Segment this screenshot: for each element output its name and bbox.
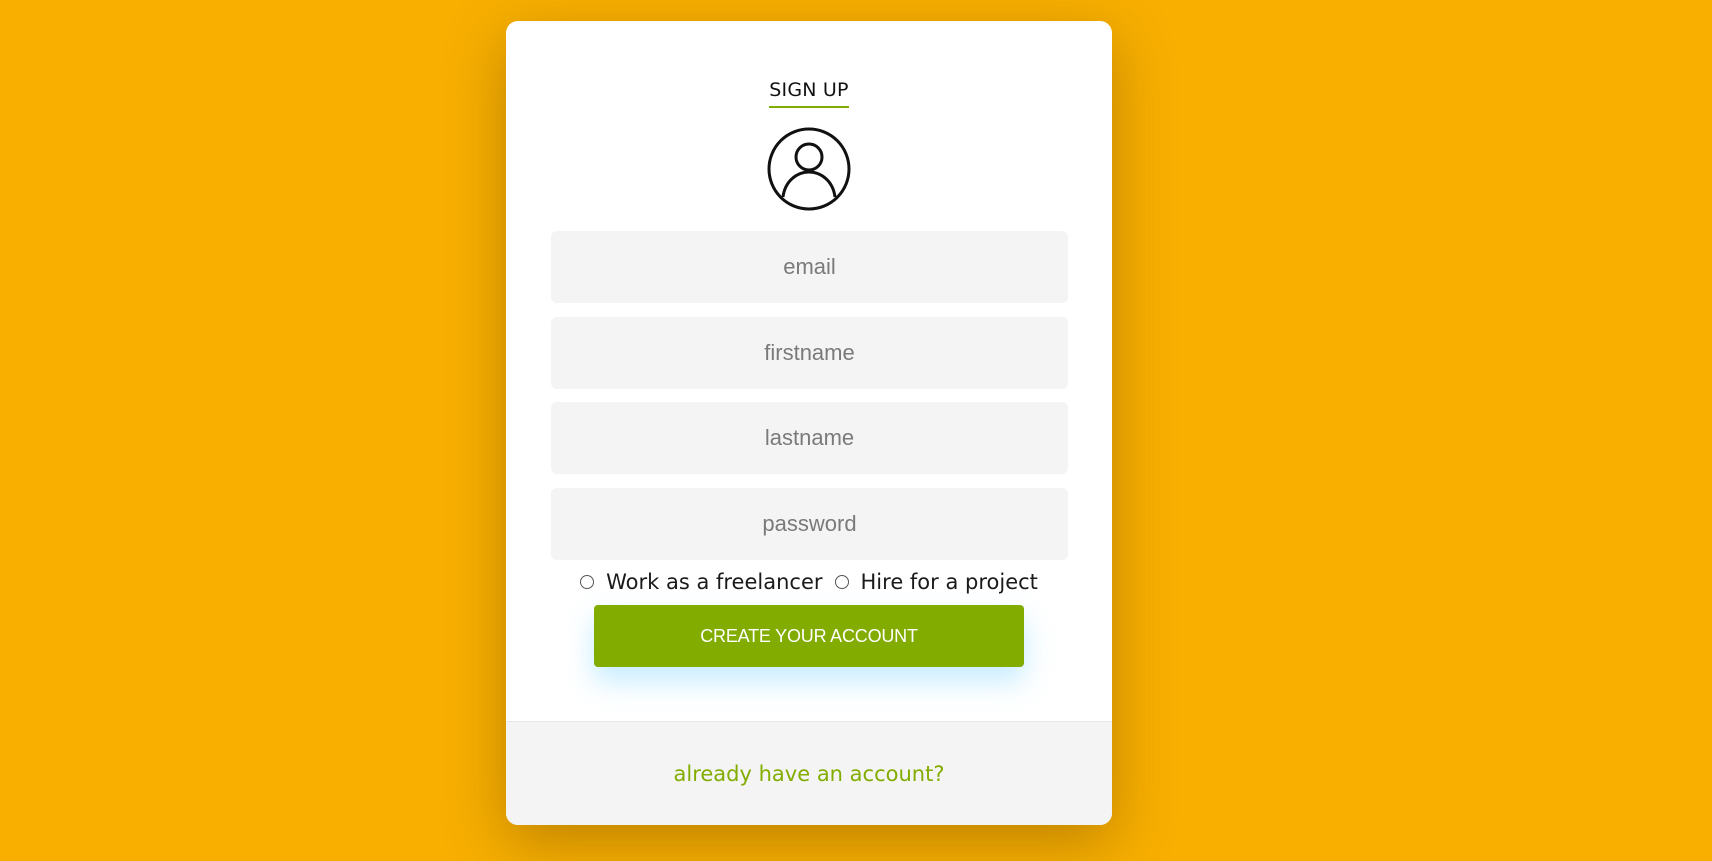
role-options: Work as a freelancer Hire for a project bbox=[506, 567, 1112, 597]
page-title: SIGN UP bbox=[506, 79, 1112, 108]
role-label-hire: Hire for a project bbox=[860, 570, 1038, 594]
signup-card: SIGN UP Work as a freelancer Hire for a … bbox=[506, 21, 1112, 825]
create-account-button[interactable]: CREATE YOUR ACCOUNT bbox=[594, 605, 1024, 667]
firstname-field[interactable] bbox=[551, 317, 1068, 389]
email-field[interactable] bbox=[551, 231, 1068, 303]
role-label-freelancer: Work as a freelancer bbox=[606, 570, 823, 594]
page-title-text: SIGN UP bbox=[769, 79, 849, 108]
freelancer-radio[interactable] bbox=[580, 575, 595, 589]
role-option-freelancer[interactable]: Work as a freelancer bbox=[580, 570, 823, 594]
hire-radio[interactable] bbox=[834, 575, 849, 589]
login-link[interactable]: already have an account? bbox=[674, 762, 945, 786]
card-footer: already have an account? bbox=[506, 721, 1112, 825]
signup-form: SIGN UP Work as a freelancer Hire for a … bbox=[506, 21, 1112, 721]
password-field[interactable] bbox=[551, 488, 1068, 560]
lastname-field[interactable] bbox=[551, 402, 1068, 474]
role-option-hire[interactable]: Hire for a project bbox=[834, 570, 1038, 594]
user-circle-icon bbox=[767, 127, 851, 211]
